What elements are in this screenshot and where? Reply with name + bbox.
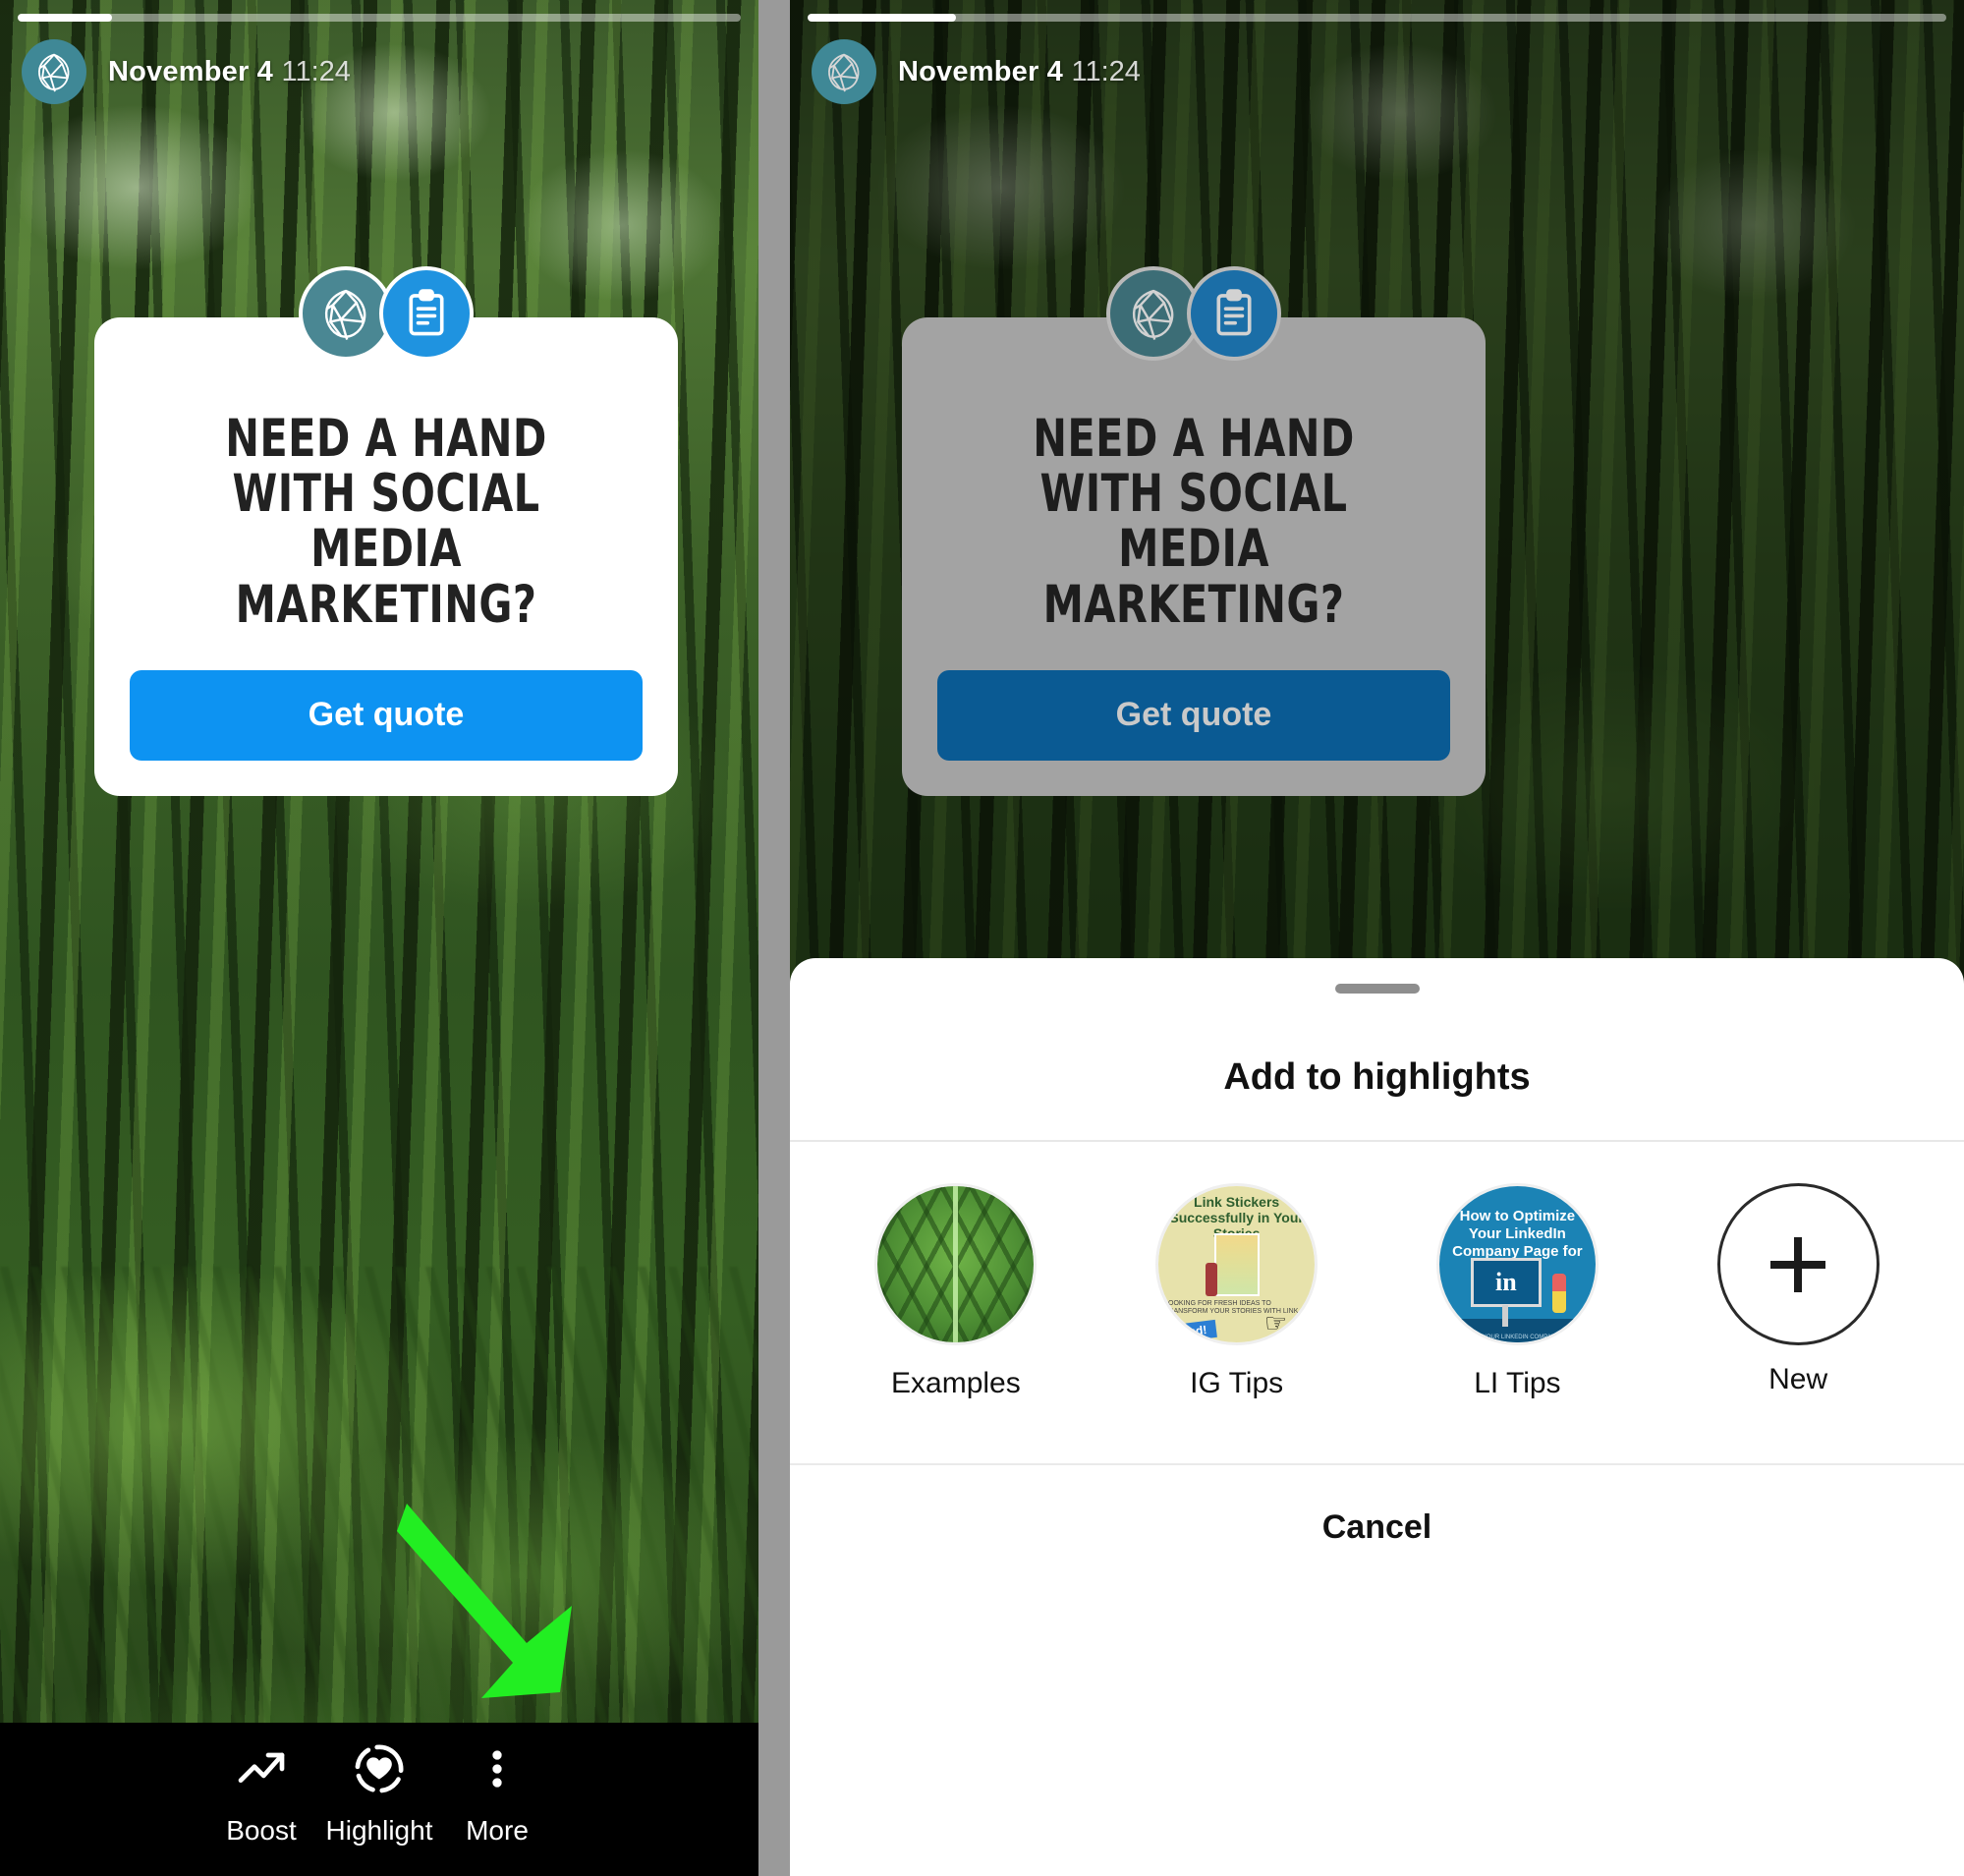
story-progress-fill bbox=[808, 14, 956, 22]
story-date: November 4 bbox=[108, 55, 274, 87]
highlight-label: IG Tips bbox=[1190, 1367, 1284, 1399]
story-header-text: November 4 11:24 bbox=[898, 56, 1141, 88]
boost-action[interactable]: Boost bbox=[202, 1738, 320, 1847]
thumb-footer: IS YOUR LINKEDIN COMPANY bbox=[1475, 1335, 1560, 1340]
avatar[interactable] bbox=[812, 39, 876, 104]
story-date: November 4 bbox=[898, 55, 1064, 87]
promo-card: NEED A HAND WITH SOCIAL MEDIA MARKETING?… bbox=[902, 317, 1486, 796]
get-quote-button[interactable]: Get quote bbox=[130, 669, 643, 761]
sheet-drag-handle[interactable] bbox=[1334, 984, 1420, 994]
left-phone-screen: November 4 11:24 NEED A HAND WITH SOCIAL… bbox=[0, 0, 758, 1876]
new-highlight-label: New bbox=[1768, 1363, 1828, 1395]
leaf-logo-icon bbox=[1132, 289, 1174, 340]
highlight-thumbnail: Link Stickers Successfully in Your Stori… bbox=[1155, 1183, 1319, 1345]
highlight-heart-icon bbox=[352, 1738, 407, 1799]
highlight-item-li-tips[interactable]: How to Optimize Your LinkedIn Company Pa… bbox=[1424, 1183, 1610, 1400]
story-progress-fill bbox=[18, 14, 112, 22]
story-header: November 4 11:24 bbox=[812, 39, 1141, 104]
new-highlight-circle bbox=[1716, 1183, 1880, 1345]
more-vertical-icon bbox=[470, 1738, 525, 1799]
story-header: November 4 11:24 bbox=[22, 39, 351, 104]
promo-title: NEED A HAND WITH SOCIAL MEDIA MARKETING? bbox=[1033, 409, 1355, 635]
avatar[interactable] bbox=[22, 39, 86, 104]
leaf-logo-icon bbox=[38, 53, 70, 92]
get-quote-button[interactable]: Get quote bbox=[937, 669, 1450, 761]
promo-card: NEED A HAND WITH SOCIAL MEDIA MARKETING?… bbox=[94, 317, 678, 796]
right-phone-screen: November 4 11:24 NEED A HAND WITH SOCIAL… bbox=[790, 0, 1964, 1876]
boost-label: Boost bbox=[226, 1815, 297, 1846]
highlight-label: Highlight bbox=[325, 1815, 433, 1846]
promo-card-wrapper: NEED A HAND WITH SOCIAL MEDIA MARKETING?… bbox=[94, 266, 678, 796]
add-to-highlights-sheet: Add to highlights Examples Link Stickers… bbox=[790, 958, 1964, 1876]
pointing-hand-icon: ☞ bbox=[1263, 1308, 1288, 1337]
promo-card-wrapper: NEED A HAND WITH SOCIAL MEDIA MARKETING?… bbox=[902, 266, 1486, 796]
quote-clipboard-badge bbox=[379, 266, 474, 361]
story-header-text: November 4 11:24 bbox=[108, 56, 351, 88]
highlights-row: Examples Link Stickers Successfully in Y… bbox=[790, 1142, 1964, 1400]
promo-icon-pair bbox=[1106, 266, 1281, 361]
highlight-label: LI Tips bbox=[1474, 1367, 1561, 1399]
new-highlight-button[interactable]: New bbox=[1705, 1183, 1891, 1396]
plus-icon bbox=[1770, 1236, 1826, 1292]
story-time: 11:24 bbox=[1071, 55, 1141, 87]
monstera-leaf-photo bbox=[877, 1186, 1035, 1342]
highlight-item-ig-tips[interactable]: Link Stickers Successfully in Your Stori… bbox=[1144, 1183, 1330, 1400]
linkedin-logo-icon: in bbox=[1470, 1258, 1542, 1307]
sheet-title: Add to highlights bbox=[1223, 1056, 1531, 1098]
linkedin-optimize-graphic: How to Optimize Your LinkedIn Company Pa… bbox=[1438, 1186, 1596, 1342]
two-phone-screenshot-comparison: November 4 11:24 NEED A HAND WITH SOCIAL… bbox=[0, 0, 1964, 1876]
story-progress-bar[interactable] bbox=[808, 14, 1946, 22]
highlight-thumbnail: How to Optimize Your LinkedIn Company Pa… bbox=[1435, 1183, 1599, 1345]
highlight-label: Examples bbox=[891, 1367, 1021, 1399]
clipboard-icon bbox=[1216, 289, 1252, 336]
highlight-item-examples[interactable]: Examples bbox=[863, 1183, 1049, 1400]
more-label: More bbox=[466, 1815, 529, 1846]
link-stickers-graphic: Link Stickers Successfully in Your Stori… bbox=[1158, 1186, 1316, 1342]
thumb-badge: Read! bbox=[1163, 1319, 1218, 1342]
more-action[interactable]: More bbox=[438, 1738, 556, 1847]
story-action-bar: Boost Highlight More bbox=[0, 1723, 758, 1876]
promo-title: NEED A HAND WITH SOCIAL MEDIA MARKETING? bbox=[225, 409, 547, 635]
trending-up-icon bbox=[234, 1738, 289, 1799]
clipboard-icon bbox=[409, 289, 444, 336]
story-time: 11:24 bbox=[281, 55, 351, 87]
leaf-logo-icon bbox=[828, 53, 860, 92]
panel-divider bbox=[758, 0, 790, 1876]
promo-icon-pair bbox=[299, 266, 474, 361]
story-progress-bar[interactable] bbox=[18, 14, 741, 22]
quote-clipboard-badge bbox=[1187, 266, 1281, 361]
highlight-action[interactable]: Highlight bbox=[320, 1738, 438, 1847]
cancel-button[interactable]: Cancel bbox=[790, 1465, 1964, 1547]
highlight-thumbnail bbox=[874, 1183, 1038, 1345]
leaf-logo-icon bbox=[324, 289, 366, 340]
